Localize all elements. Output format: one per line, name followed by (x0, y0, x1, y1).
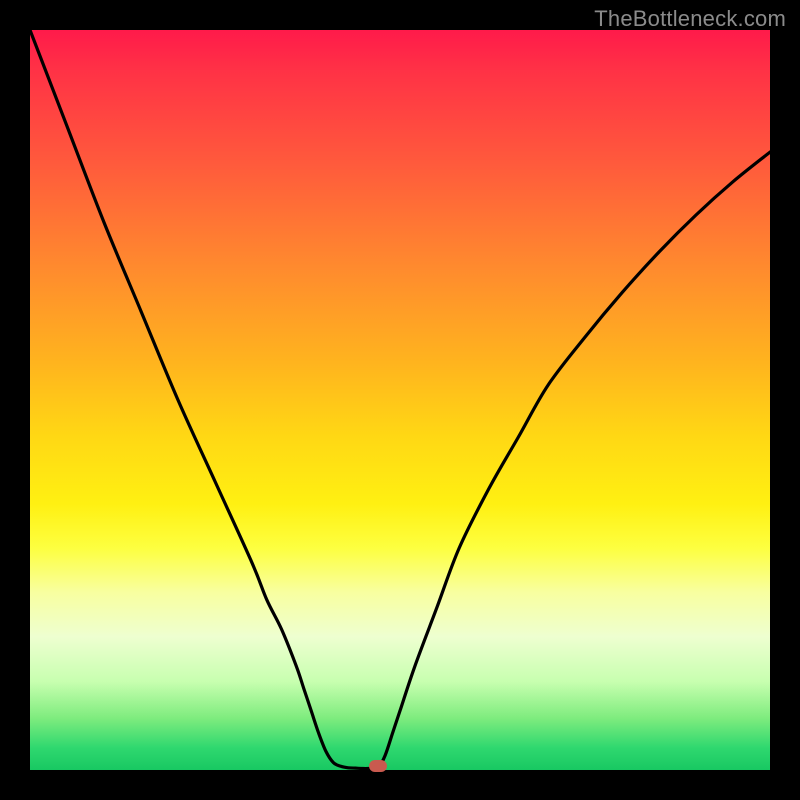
chart-frame: TheBottleneck.com (0, 0, 800, 800)
bottleneck-curve (30, 30, 770, 770)
plot-area (30, 30, 770, 770)
optimal-point-marker (369, 760, 387, 772)
watermark-text: TheBottleneck.com (594, 6, 786, 32)
